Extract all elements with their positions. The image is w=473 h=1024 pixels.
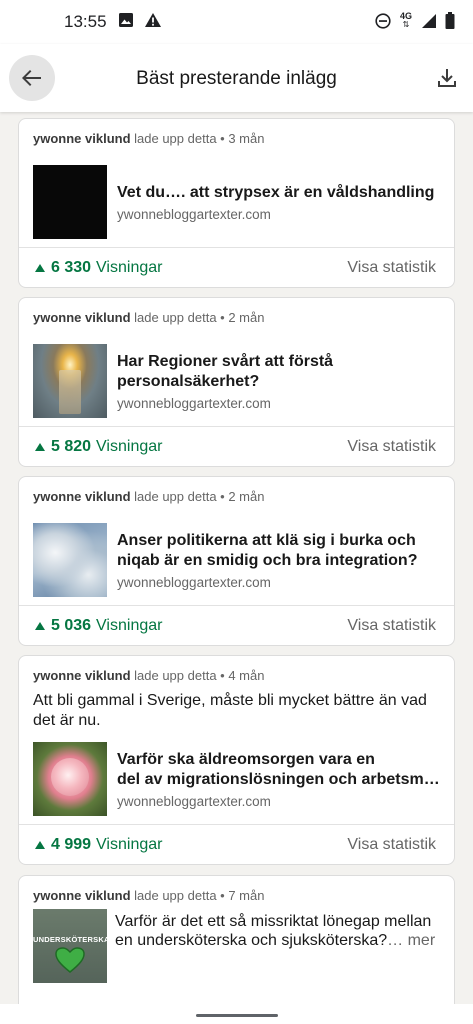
- signal-icon: [422, 13, 436, 28]
- views-label: Visningar: [96, 437, 163, 455]
- post-card: ywonne viklund lade upp detta • 2 mån Ha…: [18, 297, 455, 467]
- undersköterska-thumbnail[interactable]: UNDERSKÖTERSKA: [33, 909, 107, 983]
- post-header: ywonne viklund lade upp detta • 4 mån: [33, 668, 264, 683]
- image-icon: [119, 13, 133, 27]
- views-indicator: 5 820 Visningar: [35, 438, 162, 456]
- link-preview[interactable]: Varför ska äldreomsorgen vara en del av …: [33, 742, 444, 816]
- rose-thumbnail: [33, 742, 107, 816]
- status-time: 13:55: [64, 12, 107, 31]
- page-title: Bäst presterande inlägg: [136, 68, 337, 89]
- views-count: 5 820: [51, 437, 92, 455]
- link-domain: ywonnebloggartexter.com: [117, 396, 271, 411]
- candle-thumbnail: [33, 344, 107, 418]
- link-domain: ywonnebloggartexter.com: [117, 575, 271, 590]
- post-meta: lade upp detta • 3 mån: [134, 131, 265, 146]
- post-meta: lade upp detta • 7 mån: [134, 888, 265, 903]
- post-author[interactable]: ywonne viklund: [33, 131, 131, 146]
- views-indicator: 4 999 Visningar: [35, 836, 162, 854]
- link-preview[interactable]: Anser politikerna att klä sig i burka oc…: [33, 523, 444, 597]
- view-stats-button[interactable]: Visa statistik: [347, 259, 436, 277]
- app-bar: Bäst presterande inlägg: [0, 44, 473, 112]
- download-icon: [438, 69, 456, 87]
- post-author[interactable]: ywonne viklund: [33, 489, 131, 504]
- post-text: Att bli gammal i Sverige, måste bli myck…: [33, 692, 427, 729]
- post-footer: 5 820 Visningar Visa statistik: [19, 426, 454, 466]
- view-stats-button[interactable]: Visa statistik: [347, 438, 436, 456]
- home-gesture-pill[interactable]: [196, 1014, 278, 1017]
- link-domain: ywonnebloggartexter.com: [117, 207, 271, 222]
- views-count: 5 036: [51, 616, 92, 634]
- data-arrows-icon: ⇅: [402, 20, 410, 29]
- post-card: ywonne viklund lade upp detta • 3 mån Ve…: [18, 118, 455, 288]
- do-not-disturb-icon: [375, 12, 391, 29]
- views-label: Visningar: [96, 258, 163, 276]
- views-count: 4 999: [51, 835, 92, 853]
- post-header: ywonne viklund lade upp detta • 2 mån: [33, 489, 264, 504]
- battery-icon: [445, 12, 455, 29]
- sky-thumbnail: [33, 523, 107, 597]
- post-footer: 4 999 Visningar Visa statistik: [19, 824, 454, 864]
- post-text-body: Varför är det ett så missriktat lönegap …: [115, 913, 432, 949]
- post-card: ywonne viklund lade upp detta • 2 mån An…: [18, 476, 455, 646]
- link-preview[interactable]: Vet du…. att strypsex är en våldshandlin…: [33, 165, 444, 239]
- post-author[interactable]: ywonne viklund: [33, 310, 131, 325]
- thumbnail-caption: UNDERSKÖTERSKA: [33, 935, 107, 944]
- heart-icon: [55, 947, 85, 973]
- link-preview[interactable]: Har Regioner svårt att förstå personalsä…: [33, 344, 444, 418]
- view-stats-button[interactable]: Visa statistik: [347, 617, 436, 635]
- views-indicator: 5 036 Visningar: [35, 617, 162, 635]
- view-stats-button[interactable]: Visa statistik: [347, 836, 436, 854]
- post-footer: 5 036 Visningar Visa statistik: [19, 605, 454, 645]
- views-label: Visningar: [96, 835, 163, 853]
- link-title-continued: del av migrationslösningen och arbetsmar…: [117, 771, 444, 788]
- post-card: ywonne viklund lade upp detta • 4 mån At…: [18, 655, 455, 865]
- link-title: Varför ska äldreomsorgen vara en: [117, 751, 375, 768]
- link-title: Vet du…. att strypsex är en våldshandlin…: [117, 184, 435, 201]
- status-bar: 13:55 4G ⇅: [0, 0, 473, 44]
- link-title: Har Regioner svårt att förstå personalsä…: [117, 353, 334, 390]
- trend-up-icon: [35, 263, 45, 272]
- system-nav-bar: [0, 1004, 473, 1024]
- views-label: Visningar: [96, 616, 163, 634]
- post-text: Varför är det ett så missriktat lönegap …: [115, 912, 444, 950]
- post-meta: lade upp detta • 2 mån: [134, 489, 265, 504]
- post-header: ywonne viklund lade upp detta • 7 mån: [33, 888, 264, 903]
- post-meta: lade upp detta • 2 mån: [134, 310, 265, 325]
- link-title: Anser politikerna att klä sig i burka oc…: [117, 532, 418, 569]
- post-footer: 6 330 Visningar Visa statistik: [19, 247, 454, 287]
- post-header: ywonne viklund lade upp detta • 3 mån: [33, 131, 264, 146]
- trend-up-icon: [35, 442, 45, 451]
- black-thumbnail: [33, 165, 107, 239]
- post-meta: lade upp detta • 4 mån: [134, 668, 265, 683]
- link-domain: ywonnebloggartexter.com: [117, 794, 271, 809]
- network-indicator: 4G ⇅: [399, 12, 413, 29]
- post-card: ywonne viklund lade upp detta • 7 mån UN…: [18, 875, 455, 1004]
- post-header: ywonne viklund lade upp detta • 2 mån: [33, 310, 264, 325]
- trend-up-icon: [35, 840, 45, 849]
- trend-up-icon: [35, 621, 45, 630]
- warning-icon: [145, 13, 161, 27]
- views-count: 6 330: [51, 258, 92, 276]
- download-button[interactable]: [435, 66, 459, 90]
- post-author[interactable]: ywonne viklund: [33, 888, 131, 903]
- see-more-link[interactable]: … mer: [387, 932, 435, 949]
- views-indicator: 6 330 Visningar: [35, 259, 162, 277]
- post-author[interactable]: ywonne viklund: [33, 668, 131, 683]
- posts-feed[interactable]: ywonne viklund lade upp detta • 3 mån Ve…: [0, 112, 473, 1004]
